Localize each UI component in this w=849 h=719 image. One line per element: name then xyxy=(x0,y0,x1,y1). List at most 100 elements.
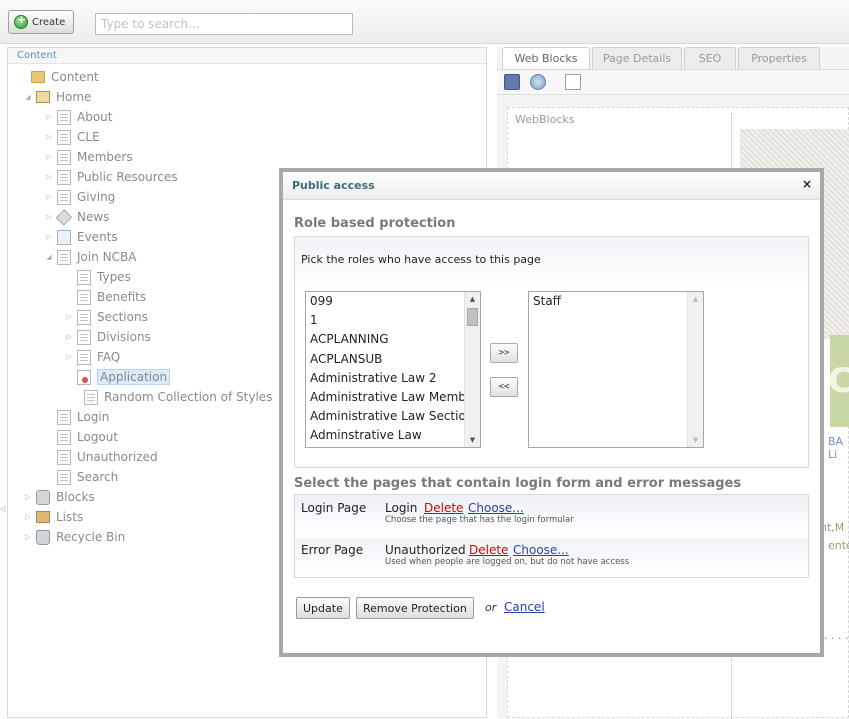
tag-icon xyxy=(55,208,73,226)
tree-node-logout[interactable]: Logout xyxy=(44,428,118,446)
tree-node-benefits[interactable]: Benefits xyxy=(64,288,146,306)
list-item[interactable]: Staff xyxy=(529,292,687,311)
tab-properties[interactable]: Properties xyxy=(738,47,820,69)
available-roles-scrollbar[interactable]: ▲ ▼ xyxy=(464,292,480,447)
tree-node-random-collection-of-styles[interactable]: Random Collection of Styles xyxy=(84,388,272,406)
error-page-delete-link[interactable]: Delete xyxy=(469,543,508,557)
tree-node-faq[interactable]: ▷ FAQ xyxy=(64,348,120,366)
tree-node-cle[interactable]: ▷ CLE xyxy=(44,128,100,146)
dialog-titlebar: Public access × xyxy=(283,172,820,200)
login-page-value: Login xyxy=(385,501,418,515)
tree-node-label: Login xyxy=(77,410,110,424)
scroll-up-icon[interactable]: ▲ xyxy=(465,292,480,306)
tree-node-label: FAQ xyxy=(97,350,121,364)
tree-node-types[interactable]: Types xyxy=(64,268,131,286)
banner-text: CE xyxy=(830,335,849,427)
tree-node-search[interactable]: Search xyxy=(44,468,118,486)
expand-arrow-icon[interactable]: ▷ xyxy=(44,113,54,121)
document-icon[interactable] xyxy=(565,74,581,90)
tree-node-join-ncba[interactable]: ◢ Join NCBA xyxy=(44,248,136,266)
remove-protection-button[interactable]: Remove Protection xyxy=(356,597,474,619)
expand-arrow-icon[interactable]: ▷ xyxy=(23,533,33,541)
expand-arrow-icon[interactable]: ▷ xyxy=(23,513,33,521)
list-item[interactable]: 1 xyxy=(306,311,464,330)
remove-role-button[interactable]: << xyxy=(490,377,518,397)
add-role-button[interactable]: >> xyxy=(490,343,518,363)
tree-node-recycle-bin[interactable]: ▷ Recycle Bin xyxy=(23,528,125,546)
editor-tabs: Web Blocks Page Details SEO Properties xyxy=(497,47,849,70)
tree-node-home[interactable]: ◢ Home xyxy=(23,88,91,106)
login-page-choose-link[interactable]: Choose... xyxy=(468,501,524,515)
update-button[interactable]: Update xyxy=(296,597,350,619)
page-icon xyxy=(77,309,91,325)
top-toolbar: Create xyxy=(0,0,849,44)
expand-arrow-icon[interactable]: ▷ xyxy=(44,233,54,241)
tree-node-news[interactable]: ▷ News xyxy=(44,208,109,226)
expand-arrow-icon[interactable]: ▷ xyxy=(64,333,74,341)
tree-node-about[interactable]: ▷ About xyxy=(44,108,112,126)
recycle-bin-icon xyxy=(36,529,50,545)
expand-arrow-icon[interactable]: ▷ xyxy=(64,353,74,361)
login-page-hint: Choose the page that has the login formu… xyxy=(385,515,574,525)
available-roles-list[interactable]: 099 1 ACPLANNING ACPLANSUB Administrativ… xyxy=(305,291,481,448)
list-item[interactable]: ACPLANNING xyxy=(306,330,464,349)
tree-node-public-resources[interactable]: ▷ Public Resources xyxy=(44,168,178,186)
splitter-handle-icon[interactable]: ◁ xyxy=(0,505,5,519)
page-icon xyxy=(77,269,91,285)
page-icon xyxy=(57,169,71,185)
expand-arrow-icon[interactable]: ▷ xyxy=(44,153,54,161)
page-icon xyxy=(57,249,71,265)
error-page-value: Unauthorized xyxy=(385,543,466,557)
tree-node-content[interactable]: Content xyxy=(18,68,99,86)
login-page-delete-link[interactable]: Delete xyxy=(424,501,463,515)
tree-node-sections[interactable]: ▷ Sections xyxy=(64,308,148,326)
tree-node-divisions[interactable]: ▷ Divisions xyxy=(64,328,151,346)
tab-web-blocks[interactable]: Web Blocks xyxy=(502,47,590,70)
close-icon[interactable]: × xyxy=(802,177,812,191)
list-item[interactable]: Adminstrative Law xyxy=(306,426,464,445)
tree-node-unauthorized[interactable]: Unauthorized xyxy=(44,448,158,466)
scroll-up-icon[interactable]: ▲ xyxy=(688,292,703,306)
tab-page-details[interactable]: Page Details xyxy=(592,47,682,69)
tree-node-lists[interactable]: ▷ Lists xyxy=(23,508,83,526)
list-item[interactable]: Administrative Law Member xyxy=(306,388,464,407)
page-icon xyxy=(57,189,71,205)
scroll-down-icon[interactable]: ▼ xyxy=(688,433,703,447)
expand-arrow-icon[interactable]: ▷ xyxy=(44,133,54,141)
expand-arrow-icon[interactable]: ▷ xyxy=(44,173,54,181)
tab-seo[interactable]: SEO xyxy=(684,47,736,69)
expand-arrow-icon[interactable]: ▷ xyxy=(44,193,54,201)
tree-node-events[interactable]: ▷ Events xyxy=(44,228,118,246)
assigned-roles-list[interactable]: Staff ▲ ▼ xyxy=(528,291,704,448)
expand-arrow-icon[interactable]: ▷ xyxy=(44,213,54,221)
list-item[interactable]: Administrative Law 2 xyxy=(306,369,464,388)
error-page-choose-link[interactable]: Choose... xyxy=(513,543,569,557)
scroll-down-icon[interactable]: ▼ xyxy=(465,433,480,447)
assigned-roles-scrollbar[interactable]: ▲ ▼ xyxy=(687,292,703,447)
cancel-link[interactable]: Cancel xyxy=(504,600,545,614)
page-icon xyxy=(57,449,71,465)
tree-node-application[interactable]: Application xyxy=(64,368,171,386)
error-page-label: Error Page xyxy=(301,543,364,557)
preview-text: ente xyxy=(828,539,849,552)
page-icon xyxy=(57,409,71,425)
create-button[interactable]: Create xyxy=(8,10,74,34)
list-item[interactable]: ACPLANSUB xyxy=(306,350,464,369)
save-icon[interactable] xyxy=(504,74,520,90)
preview-text: nt,M xyxy=(820,521,845,534)
tree-node-blocks[interactable]: ▷ Blocks xyxy=(23,488,95,506)
list-item[interactable]: Administrative Law Section xyxy=(306,407,464,426)
collapse-arrow-icon[interactable]: ◢ xyxy=(23,93,33,101)
list-item[interactable]: 099 xyxy=(306,292,464,311)
tree-node-members[interactable]: ▷ Members xyxy=(44,148,133,166)
search-input[interactable] xyxy=(95,13,353,35)
tree-node-giving[interactable]: ▷ Giving xyxy=(44,188,115,206)
preview-icon[interactable] xyxy=(530,74,546,90)
tree-node-login[interactable]: Login xyxy=(44,408,109,426)
collapse-arrow-icon[interactable]: ◢ xyxy=(44,253,54,261)
expand-arrow-icon[interactable]: ▷ xyxy=(23,493,33,501)
tree-node-label: Logout xyxy=(77,430,119,444)
expand-arrow-icon[interactable]: ▷ xyxy=(64,313,74,321)
pages-section-title: Select the pages that contain login form… xyxy=(294,476,742,491)
scroll-thumb[interactable] xyxy=(467,308,478,326)
